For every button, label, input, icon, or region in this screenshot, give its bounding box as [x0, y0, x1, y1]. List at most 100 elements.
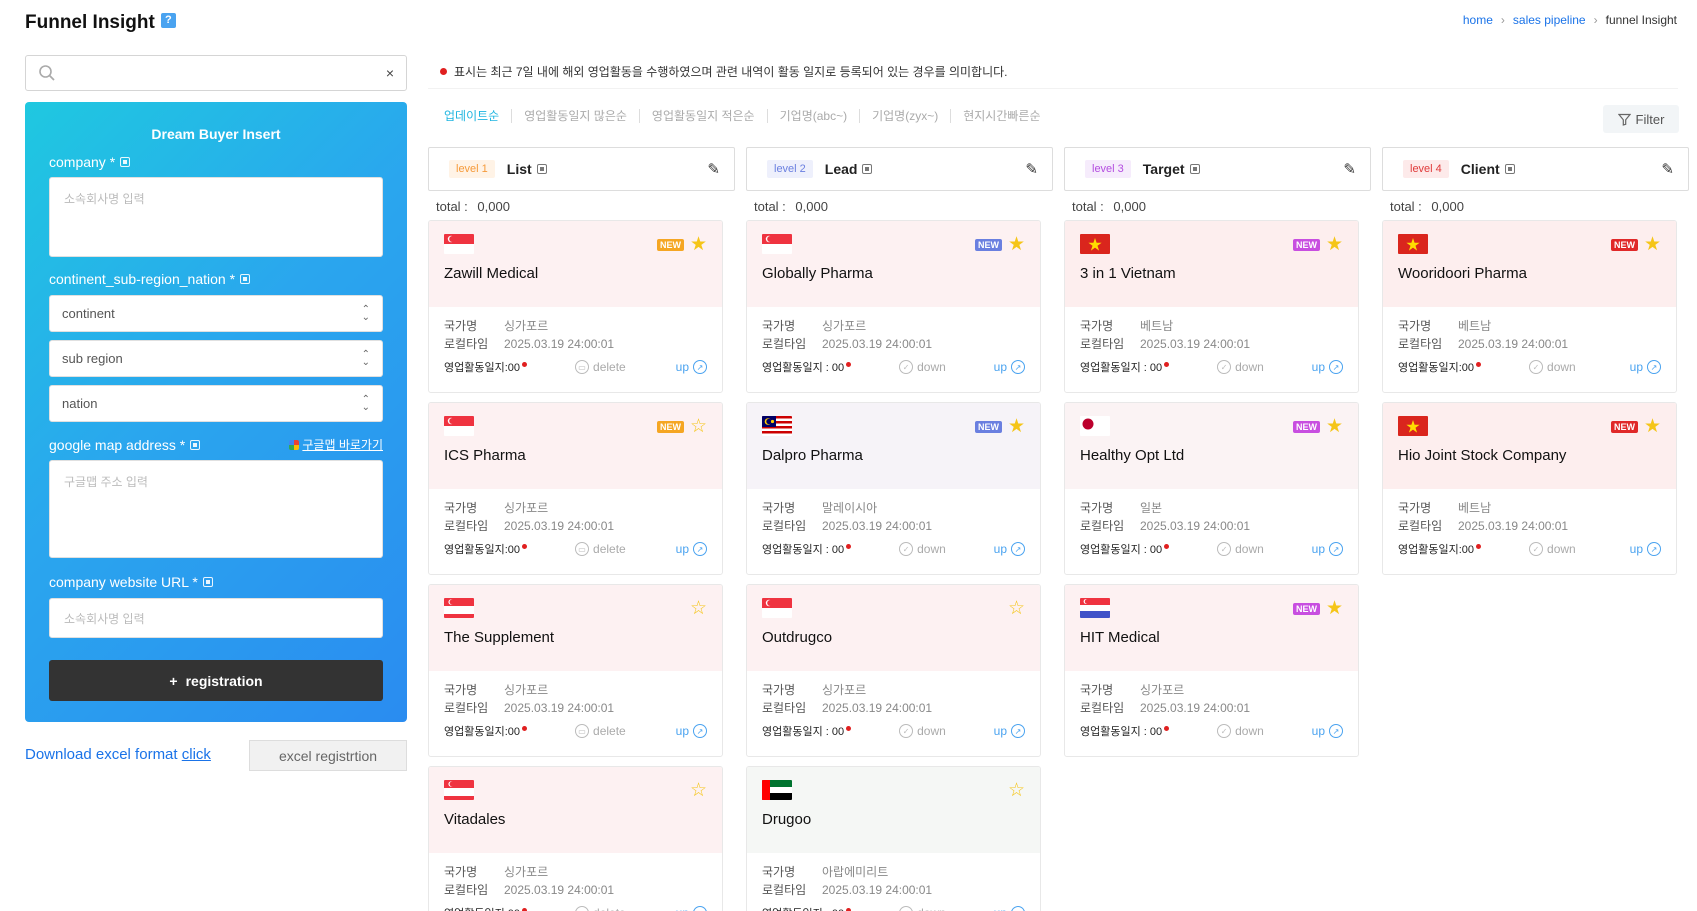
info-icon[interactable] [1504, 164, 1515, 174]
company-name[interactable]: Healthy Opt Ltd [1080, 447, 1184, 464]
company-card[interactable]: NEW ★ Healthy Opt Ltd 국가명 일본 로컬타임 2025.03.… [1064, 402, 1359, 575]
star-icon[interactable]: ★ [1644, 235, 1661, 254]
company-name[interactable]: Zawill Medical [444, 265, 538, 282]
pencil-icon[interactable]: ✎ [1025, 160, 1038, 178]
download-click-link[interactable]: click [182, 746, 211, 763]
country-value: 싱가포르 [822, 319, 867, 333]
company-card[interactable]: ☆ Vitadales 국가명 싱가포르 로컬타임 2025.03.19 24:00… [428, 766, 723, 911]
star-icon[interactable]: ★ [1644, 417, 1661, 436]
down-button[interactable]: ✓ down [1217, 360, 1264, 374]
star-icon[interactable]: ★ [1326, 599, 1343, 618]
down-button[interactable]: ✓ down [899, 724, 946, 738]
company-card[interactable]: NEW ★ 3 in 1 Vietnam 국가명 베트남 로컬타임 2025.03.… [1064, 220, 1359, 393]
info-icon[interactable] [536, 164, 547, 174]
pencil-icon[interactable]: ✎ [1343, 160, 1356, 178]
down-button[interactable]: ✓ down [1529, 542, 1576, 556]
company-card[interactable]: ☆ Drugoo 국가명 아랍에미리트 로컬타임 2025.03.19 24:00:… [746, 766, 1041, 911]
clear-search-icon[interactable]: × [386, 65, 394, 81]
sort-log-most[interactable]: 영업활동일지 많은순 [512, 109, 640, 123]
sort-update[interactable]: 업데이트순 [444, 109, 513, 123]
company-card[interactable]: NEW ★ Globally Pharma 국가명 싱가포르 로컬타임 2025.0… [746, 220, 1041, 393]
sort-log-least[interactable]: 영업활동일지 적은순 [640, 109, 768, 123]
star-icon[interactable]: ★ [1326, 417, 1343, 436]
company-card[interactable]: NEW ★ Wooridoori Pharma 국가명 베트남 로컬타임 2025.… [1382, 220, 1677, 393]
company-name[interactable]: HIT Medical [1080, 629, 1160, 646]
company-name[interactable]: Wooridoori Pharma [1398, 265, 1527, 282]
company-card[interactable]: NEW ★ Dalpro Pharma 국가명 말레이시아 로컬타임 2025.03… [746, 402, 1041, 575]
star-icon[interactable]: ☆ [1008, 781, 1025, 800]
delete-button[interactable]: ▭ delete [575, 360, 626, 374]
up-button[interactable]: up ↗ [676, 724, 707, 738]
company-name[interactable]: Dalpro Pharma [762, 447, 863, 464]
search-input[interactable] [64, 58, 386, 88]
filter-button[interactable]: Filter [1603, 105, 1679, 133]
delete-button[interactable]: ▭ delete [575, 906, 626, 911]
up-button[interactable]: up ↗ [994, 724, 1025, 738]
delete-button[interactable]: ▭ delete [575, 724, 626, 738]
company-card[interactable]: ☆ Outdrugco 국가명 싱가포르 로컬타임 2025.03.19 24:00… [746, 584, 1041, 757]
company-field[interactable]: 소속회사명 입력 [49, 177, 383, 257]
company-name[interactable]: 3 in 1 Vietnam [1080, 265, 1176, 282]
google-map-link[interactable]: 구글맵 바로가기 [289, 436, 383, 453]
nation-select[interactable]: nation ⌃ ⌄ [49, 385, 383, 422]
info-icon[interactable] [202, 577, 213, 587]
company-name[interactable]: Hio Joint Stock Company [1398, 447, 1566, 464]
help-icon[interactable]: ? [160, 12, 176, 28]
up-button[interactable]: up ↗ [1312, 542, 1343, 556]
registration-button[interactable]: + registration [49, 660, 383, 701]
star-icon[interactable]: ★ [1008, 235, 1025, 254]
up-button[interactable]: up ↗ [1630, 542, 1661, 556]
continent-select[interactable]: continent ⌃ ⌄ [49, 295, 383, 332]
up-button[interactable]: up ↗ [676, 906, 707, 911]
down-button[interactable]: ✓ down [1217, 724, 1264, 738]
up-button[interactable]: up ↗ [994, 360, 1025, 374]
company-card[interactable]: ☆ The Supplement 국가명 싱가포르 로컬타임 2025.03.19 … [428, 584, 723, 757]
star-icon[interactable]: ★ [1326, 235, 1343, 254]
company-name[interactable]: Drugoo [762, 811, 811, 828]
company-name[interactable]: Globally Pharma [762, 265, 873, 282]
info-icon[interactable] [862, 164, 873, 174]
up-button[interactable]: up ↗ [1312, 360, 1343, 374]
down-button[interactable]: ✓ down [1529, 360, 1576, 374]
up-button[interactable]: up ↗ [676, 542, 707, 556]
excel-registration-button[interactable]: excel registrtion [249, 740, 407, 771]
pencil-icon[interactable]: ✎ [1661, 160, 1674, 178]
delete-button[interactable]: ▭ delete [575, 542, 626, 556]
info-icon[interactable] [1189, 164, 1200, 174]
info-icon[interactable] [240, 274, 251, 284]
sort-local-time[interactable]: 현지시간빠른순 [951, 109, 1052, 123]
star-icon[interactable]: ☆ [1008, 599, 1025, 618]
up-button[interactable]: up ↗ [1630, 360, 1661, 374]
company-name[interactable]: Vitadales [444, 811, 505, 828]
info-icon[interactable] [190, 439, 201, 450]
down-button[interactable]: ✓ down [899, 360, 946, 374]
company-card[interactable]: NEW ★ Zawill Medical 국가명 싱가포르 로컬타임 2025.03… [428, 220, 723, 393]
down-button[interactable]: ✓ down [1217, 542, 1264, 556]
down-button[interactable]: ✓ down [899, 906, 946, 911]
company-name[interactable]: Outdrugco [762, 629, 832, 646]
company-card[interactable]: NEW ☆ ICS Pharma 국가명 싱가포르 로컬타임 2025.03.19 … [428, 402, 723, 575]
down-button[interactable]: ✓ down [899, 542, 946, 556]
company-name[interactable]: ICS Pharma [444, 447, 526, 464]
website-field[interactable]: 소속회사명 입력 [49, 598, 383, 638]
pencil-icon[interactable]: ✎ [707, 160, 720, 178]
breadcrumb-home[interactable]: home [1463, 13, 1493, 27]
up-button[interactable]: up ↗ [994, 906, 1025, 911]
google-map-field[interactable]: 구글맵 주소 입력 [49, 460, 383, 558]
up-button[interactable]: up ↗ [994, 542, 1025, 556]
star-icon[interactable]: ☆ [690, 781, 707, 800]
sort-name-desc[interactable]: 기업명(zyx~) [860, 109, 952, 123]
breadcrumb-sales-pipeline[interactable]: sales pipeline [1513, 13, 1586, 27]
star-icon[interactable]: ★ [690, 235, 707, 254]
up-button[interactable]: up ↗ [1312, 724, 1343, 738]
company-card[interactable]: NEW ★ HIT Medical 국가명 싱가포르 로컬타임 2025.03.19… [1064, 584, 1359, 757]
star-icon[interactable]: ☆ [690, 599, 707, 618]
sort-name-asc[interactable]: 기업명(abc~) [768, 109, 861, 123]
company-card[interactable]: NEW ★ Hio Joint Stock Company 국가명 베트남 로컬타… [1382, 402, 1677, 575]
sub-region-select[interactable]: sub region ⌃ ⌄ [49, 340, 383, 377]
up-button[interactable]: up ↗ [676, 360, 707, 374]
star-icon[interactable]: ☆ [690, 417, 707, 436]
star-icon[interactable]: ★ [1008, 417, 1025, 436]
info-icon[interactable] [120, 157, 131, 167]
company-name[interactable]: The Supplement [444, 629, 554, 646]
